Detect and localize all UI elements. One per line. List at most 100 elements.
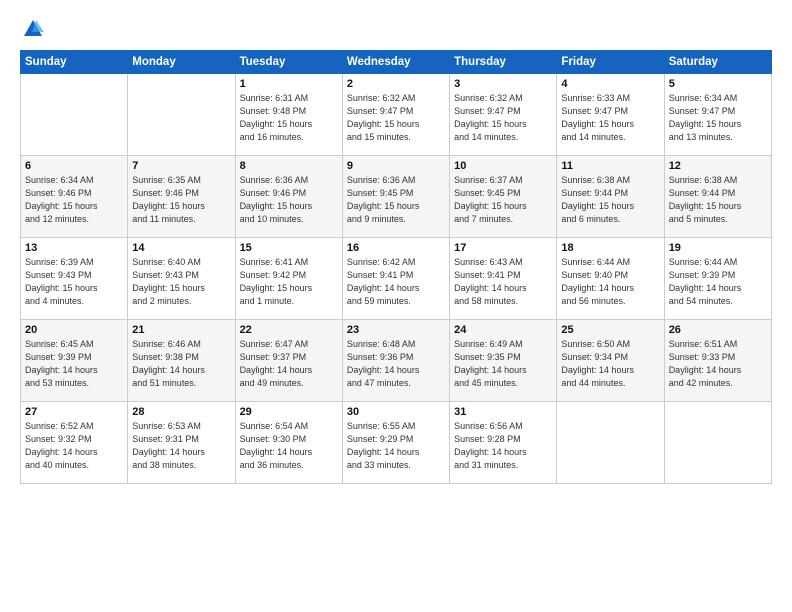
day-number: 10 xyxy=(454,160,552,172)
day-number: 18 xyxy=(561,242,659,254)
day-number: 23 xyxy=(347,324,445,336)
cell-text: Sunrise: 6:40 AM Sunset: 9:43 PM Dayligh… xyxy=(132,256,230,308)
cell-text: Sunrise: 6:32 AM Sunset: 9:47 PM Dayligh… xyxy=(347,92,445,144)
day-number: 22 xyxy=(240,324,338,336)
calendar-cell xyxy=(21,74,128,156)
calendar-cell: 30Sunrise: 6:55 AM Sunset: 9:29 PM Dayli… xyxy=(342,402,449,484)
weekday-header-monday: Monday xyxy=(128,51,235,74)
cell-text: Sunrise: 6:36 AM Sunset: 9:45 PM Dayligh… xyxy=(347,174,445,226)
calendar-cell: 23 Sunrise: 6:48 AM Sunset: 9:36 PM Dayli… xyxy=(342,320,449,402)
day-number: 25 xyxy=(561,324,659,336)
calendar-cell: 22 Sunrise: 6:47 AM Sunset: 9:37 PM Dayli… xyxy=(235,320,342,402)
day-number: 15 xyxy=(240,242,338,254)
cell-text: Sunrise: 6:36 AM Sunset: 9:46 PM Dayligh… xyxy=(240,174,338,226)
cell-text: Sunrise: 6:49 AM Sunset: 9:35 PM Dayligh… xyxy=(454,338,552,390)
cell-text: Sunrise: 6:42 AM Sunset: 9:41 PM Dayligh… xyxy=(347,256,445,308)
day-number: 21 xyxy=(132,324,230,336)
calendar-cell: 6Sunrise: 6:34 AM Sunset: 9:46 PM Daylig… xyxy=(21,156,128,238)
calendar-week-2: 6Sunrise: 6:34 AM Sunset: 9:46 PM Daylig… xyxy=(21,156,772,238)
cell-text: Sunrise: 6:50 AM Sunset: 9:34 PM Dayligh… xyxy=(561,338,659,390)
day-number: 28 xyxy=(132,406,230,418)
calendar-cell: 12 Sunrise: 6:38 AM Sunset: 9:44 PM Dayli… xyxy=(664,156,771,238)
calendar-cell xyxy=(557,402,664,484)
day-number: 3 xyxy=(454,78,552,90)
calendar-cell: 1 Sunrise: 6:31 AM Sunset: 9:48 PM Daylig… xyxy=(235,74,342,156)
cell-text: Sunrise: 6:31 AM Sunset: 9:48 PM Dayligh… xyxy=(240,92,338,144)
day-number: 5 xyxy=(669,78,767,90)
calendar-cell: 7 Sunrise: 6:35 AM Sunset: 9:46 PM Daylig… xyxy=(128,156,235,238)
calendar-cell: 10Sunrise: 6:37 AM Sunset: 9:45 PM Dayli… xyxy=(450,156,557,238)
cell-text: Sunrise: 6:45 AM Sunset: 9:39 PM Dayligh… xyxy=(25,338,123,390)
calendar-cell: 16 Sunrise: 6:42 AM Sunset: 9:41 PM Dayli… xyxy=(342,238,449,320)
calendar-week-3: 13Sunrise: 6:39 AM Sunset: 9:43 PM Dayli… xyxy=(21,238,772,320)
calendar-cell: 31Sunrise: 6:56 AM Sunset: 9:28 PM Dayli… xyxy=(450,402,557,484)
day-number: 6 xyxy=(25,160,123,172)
day-number: 8 xyxy=(240,160,338,172)
cell-text: Sunrise: 6:33 AM Sunset: 9:47 PM Dayligh… xyxy=(561,92,659,144)
cell-text: Sunrise: 6:54 AM Sunset: 9:30 PM Dayligh… xyxy=(240,420,338,472)
cell-text: Sunrise: 6:52 AM Sunset: 9:32 PM Dayligh… xyxy=(25,420,123,472)
calendar-cell: 5 Sunrise: 6:34 AM Sunset: 9:47 PM Daylig… xyxy=(664,74,771,156)
cell-text: Sunrise: 6:34 AM Sunset: 9:47 PM Dayligh… xyxy=(669,92,767,144)
header xyxy=(20,18,772,40)
cell-text: Sunrise: 6:39 AM Sunset: 9:43 PM Dayligh… xyxy=(25,256,123,308)
day-number: 29 xyxy=(240,406,338,418)
cell-text: Sunrise: 6:32 AM Sunset: 9:47 PM Dayligh… xyxy=(454,92,552,144)
day-number: 26 xyxy=(669,324,767,336)
cell-text: Sunrise: 6:56 AM Sunset: 9:28 PM Dayligh… xyxy=(454,420,552,472)
calendar-cell: 11Sunrise: 6:38 AM Sunset: 9:44 PM Dayli… xyxy=(557,156,664,238)
day-number: 16 xyxy=(347,242,445,254)
day-number: 24 xyxy=(454,324,552,336)
weekday-header-wednesday: Wednesday xyxy=(342,51,449,74)
cell-text: Sunrise: 6:44 AM Sunset: 9:39 PM Dayligh… xyxy=(669,256,767,308)
cell-text: Sunrise: 6:41 AM Sunset: 9:42 PM Dayligh… xyxy=(240,256,338,308)
calendar-cell: 29 Sunrise: 6:54 AM Sunset: 9:30 PM Dayli… xyxy=(235,402,342,484)
calendar-week-4: 20 Sunrise: 6:45 AM Sunset: 9:39 PM Dayli… xyxy=(21,320,772,402)
weekday-header-thursday: Thursday xyxy=(450,51,557,74)
calendar-week-5: 27 Sunrise: 6:52 AM Sunset: 9:32 PM Dayli… xyxy=(21,402,772,484)
cell-text: Sunrise: 6:53 AM Sunset: 9:31 PM Dayligh… xyxy=(132,420,230,472)
calendar-cell: 26 Sunrise: 6:51 AM Sunset: 9:33 PM Dayli… xyxy=(664,320,771,402)
cell-text: Sunrise: 6:47 AM Sunset: 9:37 PM Dayligh… xyxy=(240,338,338,390)
day-number: 4 xyxy=(561,78,659,90)
calendar-cell: 17Sunrise: 6:43 AM Sunset: 9:41 PM Dayli… xyxy=(450,238,557,320)
calendar-cell: 3 Sunrise: 6:32 AM Sunset: 9:47 PM Daylig… xyxy=(450,74,557,156)
cell-text: Sunrise: 6:48 AM Sunset: 9:36 PM Dayligh… xyxy=(347,338,445,390)
cell-text: Sunrise: 6:43 AM Sunset: 9:41 PM Dayligh… xyxy=(454,256,552,308)
day-number: 27 xyxy=(25,406,123,418)
calendar-table: SundayMondayTuesdayWednesdayThursdayFrid… xyxy=(20,50,772,484)
weekday-header-saturday: Saturday xyxy=(664,51,771,74)
cell-text: Sunrise: 6:35 AM Sunset: 9:46 PM Dayligh… xyxy=(132,174,230,226)
calendar-cell xyxy=(664,402,771,484)
calendar-week-1: 1 Sunrise: 6:31 AM Sunset: 9:48 PM Daylig… xyxy=(21,74,772,156)
day-number: 14 xyxy=(132,242,230,254)
weekday-header-tuesday: Tuesday xyxy=(235,51,342,74)
weekday-header-friday: Friday xyxy=(557,51,664,74)
calendar-cell: 21 Sunrise: 6:46 AM Sunset: 9:38 PM Dayli… xyxy=(128,320,235,402)
cell-text: Sunrise: 6:51 AM Sunset: 9:33 PM Dayligh… xyxy=(669,338,767,390)
calendar-cell: 2Sunrise: 6:32 AM Sunset: 9:47 PM Daylig… xyxy=(342,74,449,156)
calendar-cell: 20 Sunrise: 6:45 AM Sunset: 9:39 PM Dayli… xyxy=(21,320,128,402)
cell-text: Sunrise: 6:44 AM Sunset: 9:40 PM Dayligh… xyxy=(561,256,659,308)
calendar-cell: 25 Sunrise: 6:50 AM Sunset: 9:34 PM Dayli… xyxy=(557,320,664,402)
weekday-header-row: SundayMondayTuesdayWednesdayThursdayFrid… xyxy=(21,51,772,74)
calendar-cell: 27 Sunrise: 6:52 AM Sunset: 9:32 PM Dayli… xyxy=(21,402,128,484)
calendar-cell: 24 Sunrise: 6:49 AM Sunset: 9:35 PM Dayli… xyxy=(450,320,557,402)
calendar-cell: 4 Sunrise: 6:33 AM Sunset: 9:47 PM Daylig… xyxy=(557,74,664,156)
day-number: 30 xyxy=(347,406,445,418)
calendar-cell xyxy=(128,74,235,156)
day-number: 11 xyxy=(561,160,659,172)
day-number: 1 xyxy=(240,78,338,90)
calendar-cell: 15 Sunrise: 6:41 AM Sunset: 9:42 PM Dayli… xyxy=(235,238,342,320)
calendar-cell: 14 Sunrise: 6:40 AM Sunset: 9:43 PM Dayli… xyxy=(128,238,235,320)
weekday-header-sunday: Sunday xyxy=(21,51,128,74)
logo-icon xyxy=(22,18,44,40)
calendar-cell: 28 Sunrise: 6:53 AM Sunset: 9:31 PM Dayli… xyxy=(128,402,235,484)
day-number: 9 xyxy=(347,160,445,172)
day-number: 20 xyxy=(25,324,123,336)
cell-text: Sunrise: 6:46 AM Sunset: 9:38 PM Dayligh… xyxy=(132,338,230,390)
cell-text: Sunrise: 6:38 AM Sunset: 9:44 PM Dayligh… xyxy=(669,174,767,226)
day-number: 12 xyxy=(669,160,767,172)
page: SundayMondayTuesdayWednesdayThursdayFrid… xyxy=(0,0,792,612)
day-number: 7 xyxy=(132,160,230,172)
